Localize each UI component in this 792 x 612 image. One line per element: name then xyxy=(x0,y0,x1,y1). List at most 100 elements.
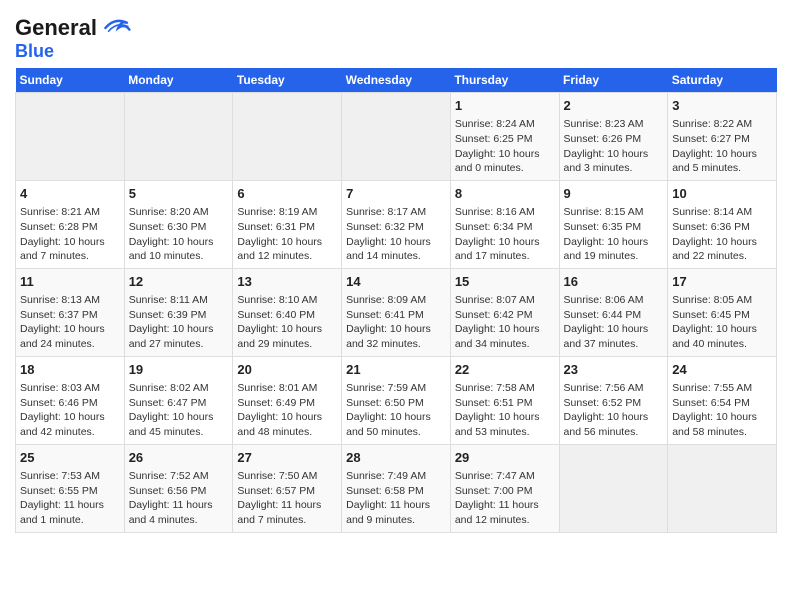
calendar-cell: 28 Sunrise: 7:49 AM Sunset: 6:58 PM Dayli… xyxy=(342,444,451,532)
day-number: 26 xyxy=(129,449,229,467)
calendar-cell: 27Sunrise: 7:50 AM Sunset: 6:57 PM Dayli… xyxy=(233,444,342,532)
day-number: 14 xyxy=(346,273,446,291)
day-info: Sunrise: 8:16 AM Sunset: 6:34 PM Dayligh… xyxy=(455,205,555,264)
day-number: 17 xyxy=(672,273,772,291)
day-number: 12 xyxy=(129,273,229,291)
day-info: Sunrise: 8:22 AM Sunset: 6:27 PM Dayligh… xyxy=(672,117,772,176)
day-info: Sunrise: 8:06 AM Sunset: 6:44 PM Dayligh… xyxy=(564,293,664,352)
day-info: Sunrise: 7:53 AM Sunset: 6:55 PM Dayligh… xyxy=(20,469,120,528)
calendar-cell: 21 Sunrise: 7:59 AM Sunset: 6:50 PM Dayli… xyxy=(342,356,451,444)
day-number: 8 xyxy=(455,185,555,203)
day-info: Sunrise: 8:14 AM Sunset: 6:36 PM Dayligh… xyxy=(672,205,772,264)
day-info: Sunrise: 8:20 AM Sunset: 6:30 PM Dayligh… xyxy=(129,205,229,264)
day-info: Sunrise: 7:49 AM Sunset: 6:58 PM Dayligh… xyxy=(346,469,446,528)
calendar-cell: 7Sunrise: 8:17 AM Sunset: 6:32 PM Daylig… xyxy=(342,180,451,268)
calendar-cell: 23 Sunrise: 7:56 AM Sunset: 6:52 PM Dayli… xyxy=(559,356,668,444)
calendar-cell xyxy=(233,93,342,181)
calendar-cell xyxy=(16,93,125,181)
day-number: 22 xyxy=(455,361,555,379)
calendar-cell: 17 Sunrise: 8:05 AM Sunset: 6:45 PM Dayli… xyxy=(668,268,777,356)
day-info: Sunrise: 8:05 AM Sunset: 6:45 PM Dayligh… xyxy=(672,293,772,352)
day-info: Sunrise: 7:50 AM Sunset: 6:57 PM Dayligh… xyxy=(237,469,337,528)
calendar-cell: 15 Sunrise: 8:07 AM Sunset: 6:42 PM Dayli… xyxy=(450,268,559,356)
calendar-cell: 9 Sunrise: 8:15 AM Sunset: 6:35 PM Daylig… xyxy=(559,180,668,268)
day-number: 11 xyxy=(20,273,120,291)
day-number: 24 xyxy=(672,361,772,379)
day-info: Sunrise: 8:07 AM Sunset: 6:42 PM Dayligh… xyxy=(455,293,555,352)
calendar-cell: 13 Sunrise: 8:10 AM Sunset: 6:40 PM Dayli… xyxy=(233,268,342,356)
day-info: Sunrise: 7:55 AM Sunset: 6:54 PM Dayligh… xyxy=(672,381,772,440)
day-info: Sunrise: 8:15 AM Sunset: 6:35 PM Dayligh… xyxy=(564,205,664,264)
day-info: Sunrise: 8:13 AM Sunset: 6:37 PM Dayligh… xyxy=(20,293,120,352)
day-info: Sunrise: 7:56 AM Sunset: 6:52 PM Dayligh… xyxy=(564,381,664,440)
calendar-cell: 22 Sunrise: 7:58 AM Sunset: 6:51 PM Dayli… xyxy=(450,356,559,444)
calendar-cell xyxy=(668,444,777,532)
day-number: 15 xyxy=(455,273,555,291)
day-info: Sunrise: 8:03 AM Sunset: 6:46 PM Dayligh… xyxy=(20,381,120,440)
col-header-monday: Monday xyxy=(124,68,233,93)
calendar-cell xyxy=(124,93,233,181)
day-info: Sunrise: 8:10 AM Sunset: 6:40 PM Dayligh… xyxy=(237,293,337,352)
day-number: 21 xyxy=(346,361,446,379)
calendar-cell: 29 Sunrise: 7:47 AM Sunset: 7:00 PM Dayli… xyxy=(450,444,559,532)
day-number: 5 xyxy=(129,185,229,203)
day-number: 7 xyxy=(346,185,446,203)
day-info: Sunrise: 8:21 AM Sunset: 6:28 PM Dayligh… xyxy=(20,205,120,264)
calendar-cell: 8 Sunrise: 8:16 AM Sunset: 6:34 PM Daylig… xyxy=(450,180,559,268)
logo: General Blue xyxy=(15,14,131,62)
calendar-cell: 14 Sunrise: 8:09 AM Sunset: 6:41 PM Dayli… xyxy=(342,268,451,356)
day-number: 29 xyxy=(455,449,555,467)
day-number: 9 xyxy=(564,185,664,203)
day-number: 18 xyxy=(20,361,120,379)
calendar-cell: 11 Sunrise: 8:13 AM Sunset: 6:37 PM Dayli… xyxy=(16,268,125,356)
day-number: 28 xyxy=(346,449,446,467)
col-header-wednesday: Wednesday xyxy=(342,68,451,93)
logo-text: General xyxy=(15,17,97,39)
day-number: 10 xyxy=(672,185,772,203)
day-info: Sunrise: 8:11 AM Sunset: 6:39 PM Dayligh… xyxy=(129,293,229,352)
day-info: Sunrise: 8:24 AM Sunset: 6:25 PM Dayligh… xyxy=(455,117,555,176)
day-number: 19 xyxy=(129,361,229,379)
calendar-cell: 24 Sunrise: 7:55 AM Sunset: 6:54 PM Dayli… xyxy=(668,356,777,444)
day-info: Sunrise: 7:59 AM Sunset: 6:50 PM Dayligh… xyxy=(346,381,446,440)
day-number: 4 xyxy=(20,185,120,203)
col-header-saturday: Saturday xyxy=(668,68,777,93)
day-number: 13 xyxy=(237,273,337,291)
page-header: General Blue xyxy=(15,10,777,62)
logo-icon xyxy=(99,14,131,42)
day-info: Sunrise: 8:19 AM Sunset: 6:31 PM Dayligh… xyxy=(237,205,337,264)
day-info: Sunrise: 8:23 AM Sunset: 6:26 PM Dayligh… xyxy=(564,117,664,176)
day-number: 6 xyxy=(237,185,337,203)
calendar-table: SundayMondayTuesdayWednesdayThursdayFrid… xyxy=(15,68,777,533)
calendar-cell: 5 Sunrise: 8:20 AM Sunset: 6:30 PM Daylig… xyxy=(124,180,233,268)
logo-blue: Blue xyxy=(15,41,54,61)
day-number: 23 xyxy=(564,361,664,379)
day-info: Sunrise: 8:01 AM Sunset: 6:49 PM Dayligh… xyxy=(237,381,337,440)
col-header-thursday: Thursday xyxy=(450,68,559,93)
day-number: 3 xyxy=(672,97,772,115)
calendar-cell: 10 Sunrise: 8:14 AM Sunset: 6:36 PM Dayli… xyxy=(668,180,777,268)
col-header-friday: Friday xyxy=(559,68,668,93)
calendar-cell xyxy=(342,93,451,181)
calendar-cell: 12 Sunrise: 8:11 AM Sunset: 6:39 PM Dayli… xyxy=(124,268,233,356)
day-info: Sunrise: 8:09 AM Sunset: 6:41 PM Dayligh… xyxy=(346,293,446,352)
day-number: 25 xyxy=(20,449,120,467)
day-info: Sunrise: 7:58 AM Sunset: 6:51 PM Dayligh… xyxy=(455,381,555,440)
calendar-cell: 20Sunrise: 8:01 AM Sunset: 6:49 PM Dayli… xyxy=(233,356,342,444)
calendar-cell: 1 Sunrise: 8:24 AM Sunset: 6:25 PM Daylig… xyxy=(450,93,559,181)
calendar-cell xyxy=(559,444,668,532)
day-info: Sunrise: 8:02 AM Sunset: 6:47 PM Dayligh… xyxy=(129,381,229,440)
calendar-cell: 26 Sunrise: 7:52 AM Sunset: 6:56 PM Dayli… xyxy=(124,444,233,532)
day-info: Sunrise: 7:47 AM Sunset: 7:00 PM Dayligh… xyxy=(455,469,555,528)
day-number: 1 xyxy=(455,97,555,115)
calendar-cell: 16 Sunrise: 8:06 AM Sunset: 6:44 PM Dayli… xyxy=(559,268,668,356)
calendar-cell: 19 Sunrise: 8:02 AM Sunset: 6:47 PM Dayli… xyxy=(124,356,233,444)
day-info: Sunrise: 7:52 AM Sunset: 6:56 PM Dayligh… xyxy=(129,469,229,528)
calendar-cell: 4 Sunrise: 8:21 AM Sunset: 6:28 PM Daylig… xyxy=(16,180,125,268)
calendar-cell: 6 Sunrise: 8:19 AM Sunset: 6:31 PM Daylig… xyxy=(233,180,342,268)
calendar-cell: 3 Sunrise: 8:22 AM Sunset: 6:27 PM Daylig… xyxy=(668,93,777,181)
day-number: 16 xyxy=(564,273,664,291)
day-number: 2 xyxy=(564,97,664,115)
calendar-cell: 18 Sunrise: 8:03 AM Sunset: 6:46 PM Dayli… xyxy=(16,356,125,444)
col-header-sunday: Sunday xyxy=(16,68,125,93)
